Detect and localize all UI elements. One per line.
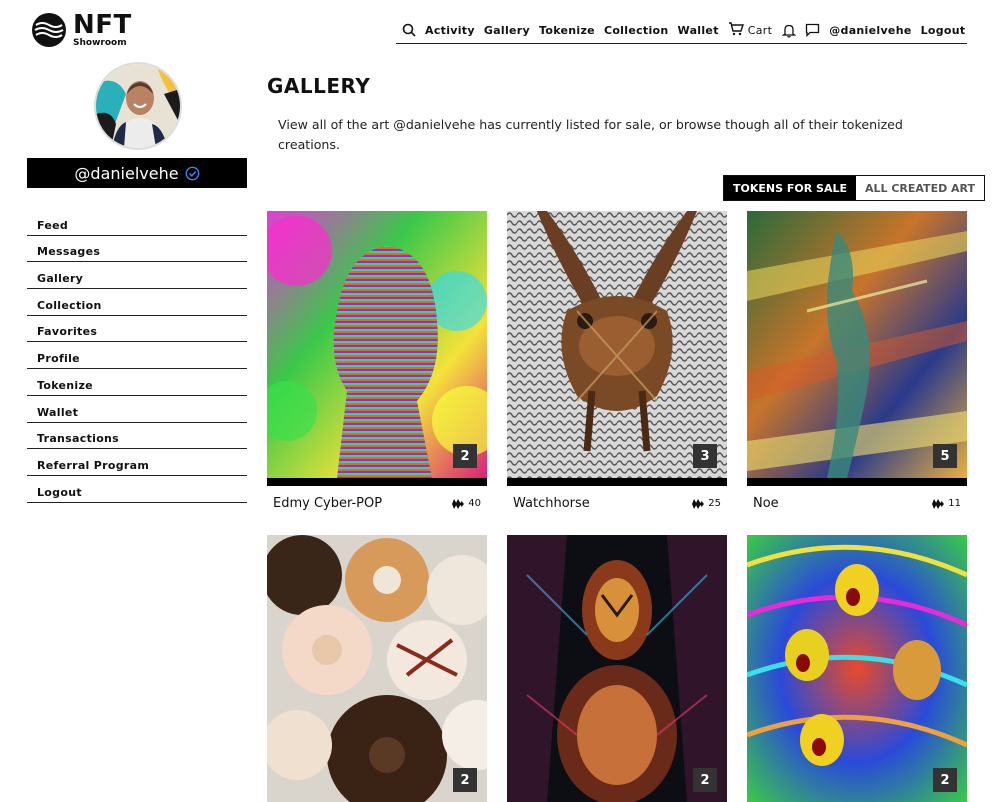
art-price-value: 11	[948, 498, 961, 509]
art-image[interactable]: 2	[267, 211, 487, 478]
bell-icon[interactable]	[782, 23, 797, 38]
art-image[interactable]: 5	[747, 211, 967, 478]
brand-logo[interactable]: NFT Showroom	[32, 12, 132, 48]
search-icon[interactable]	[402, 23, 416, 37]
sidebar-item-gallery[interactable]: Gallery	[27, 262, 247, 290]
card-divider	[507, 478, 727, 486]
brand-name: NFT	[73, 10, 132, 40]
art-card[interactable]: 2	[267, 535, 487, 802]
hive-token-icon	[932, 498, 945, 509]
card-divider	[267, 478, 487, 486]
art-card[interactable]: 3 Watchhorse 25	[507, 211, 727, 511]
sidebar-item-transactions[interactable]: Transactions	[27, 423, 247, 450]
nav-wallet[interactable]: Wallet	[678, 24, 719, 37]
top-nav: Activity Gallery Tokenize Collection Wal…	[396, 17, 967, 44]
art-price: 25	[692, 498, 721, 510]
cart-label: Cart	[747, 23, 773, 37]
hive-token-icon	[692, 498, 705, 509]
sidebar-menu: Feed Messages Gallery Collection Favorit…	[27, 209, 247, 503]
nav-activity[interactable]: Activity	[425, 24, 475, 37]
edition-count-badge: 2	[933, 768, 957, 792]
art-image[interactable]: 2	[747, 535, 967, 802]
art-price: 11	[932, 498, 961, 510]
art-image[interactable]: 2	[507, 535, 727, 802]
sidebar-item-referral[interactable]: Referral Program	[27, 449, 247, 476]
verified-icon	[185, 166, 200, 181]
nav-logout[interactable]: Logout	[921, 24, 966, 37]
hive-token-icon	[452, 498, 465, 509]
tab-all-created-art[interactable]: ALL CREATED ART	[855, 176, 985, 200]
logo-icon	[32, 13, 66, 47]
cart-button[interactable]: Cart	[728, 21, 773, 39]
art-price: 40	[452, 498, 481, 510]
sidebar-item-profile[interactable]: Profile	[27, 342, 247, 370]
art-image[interactable]: 3	[507, 211, 727, 478]
edition-count-badge: 5	[933, 444, 957, 468]
card-divider	[747, 478, 967, 486]
art-card[interactable]: 2 Edmy Cyber-POP 40	[267, 211, 487, 511]
art-price-value: 40	[468, 498, 481, 509]
art-title[interactable]: Edmy Cyber-POP	[273, 496, 382, 511]
nav-gallery[interactable]: Gallery	[484, 24, 530, 37]
art-card[interactable]: 2	[747, 535, 967, 802]
page-description: View all of the art @danielvehe has curr…	[278, 117, 903, 152]
art-image[interactable]: 2	[267, 535, 487, 802]
sidebar-item-tokenize[interactable]: Tokenize	[27, 369, 247, 396]
nav-tokenize[interactable]: Tokenize	[539, 24, 595, 37]
sidebar-item-favorites[interactable]: Favorites	[27, 316, 247, 343]
edition-count-badge: 2	[453, 444, 477, 468]
gallery-toggle: TOKENS FOR SALE ALL CREATED ART	[723, 175, 986, 201]
username-bar: @danielvehe	[27, 158, 247, 188]
sidebar-item-collection[interactable]: Collection	[27, 289, 247, 316]
art-card[interactable]: 5 Noe 11	[747, 211, 967, 511]
edition-count-badge: 2	[693, 768, 717, 792]
nav-collection[interactable]: Collection	[604, 24, 669, 37]
page-title: GALLERY	[267, 74, 371, 98]
avatar[interactable]	[94, 62, 182, 150]
art-card[interactable]: 2	[507, 535, 727, 802]
sidebar-item-logout[interactable]: Logout	[27, 476, 247, 503]
tab-tokens-for-sale[interactable]: TOKENS FOR SALE	[724, 176, 856, 200]
sidebar-item-feed[interactable]: Feed	[27, 209, 247, 236]
cart-icon	[728, 21, 744, 39]
art-title[interactable]: Noe	[753, 496, 779, 511]
sidebar-item-wallet[interactable]: Wallet	[27, 396, 247, 423]
brand-sub: Showroom	[73, 38, 127, 48]
sidebar-username: @danielvehe	[74, 163, 179, 183]
edition-count-badge: 2	[453, 768, 477, 792]
sidebar-item-messages[interactable]: Messages	[27, 236, 247, 263]
edition-count-badge: 3	[693, 444, 717, 468]
art-price-value: 25	[708, 498, 721, 509]
message-icon[interactable]	[805, 23, 820, 37]
art-title[interactable]: Watchhorse	[513, 496, 590, 511]
nav-user[interactable]: @danielvehe	[829, 24, 911, 37]
